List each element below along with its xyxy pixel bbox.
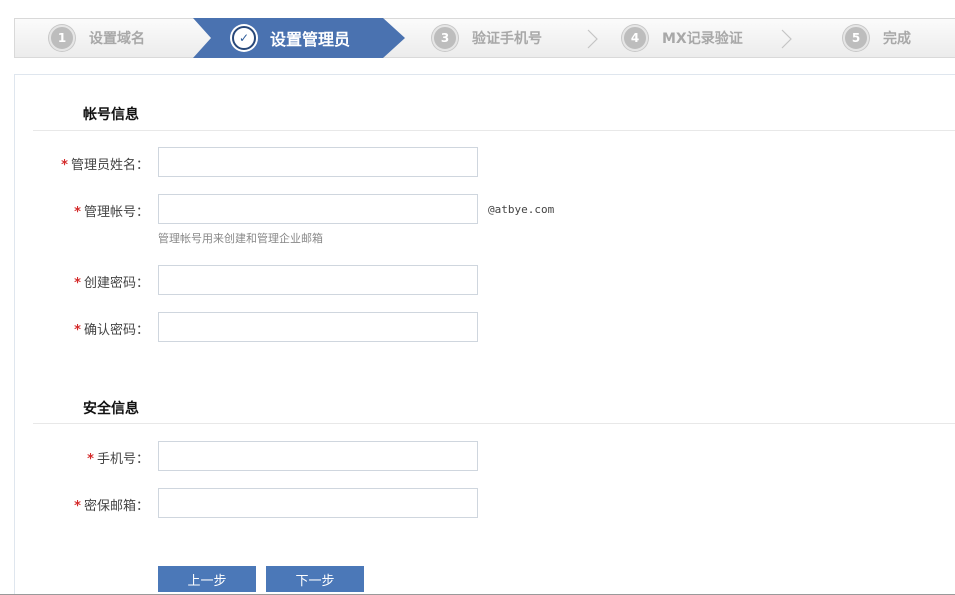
step-number-badge: 3 [432, 25, 458, 51]
step-label: 完成 [883, 31, 911, 47]
security-section-title: 安全信息 [83, 401, 139, 417]
step-verify-phone[interactable]: 3 验证手机号 [432, 19, 542, 57]
confirm-password-input[interactable] [158, 312, 478, 342]
step-set-admin[interactable]: ✓ 设置管理员 [232, 19, 350, 57]
account-section-title: 帐号信息 [83, 107, 139, 123]
password-input[interactable] [158, 265, 478, 295]
admin-account-label: * 管理帐号： [74, 205, 149, 220]
required-marker: * [74, 276, 81, 291]
check-icon: ✓ [232, 26, 256, 50]
chevron-right-icon [781, 29, 793, 49]
security-email-input[interactable] [158, 488, 478, 518]
admin-name-label: * 管理员姓名： [61, 158, 149, 173]
confirm-password-label: * 确认密码： [74, 323, 149, 338]
step-number-badge: 1 [49, 25, 75, 51]
step-number-badge: 5 [843, 25, 869, 51]
step-set-domain[interactable]: 1 设置域名 [49, 19, 145, 57]
step-label: MX记录验证 [662, 31, 743, 47]
admin-account-input[interactable] [158, 194, 478, 224]
email-domain-suffix: @atbye.com [488, 203, 555, 216]
admin-account-hint: 管理帐号用来创建和管理企业邮箱 [158, 232, 323, 245]
required-marker: * [61, 158, 68, 173]
step-label: 设置域名 [89, 31, 145, 47]
admin-setup-form: 帐号信息 * 管理员姓名： * 管理帐号： @atbye.com 管理帐号用来创建和… [14, 74, 955, 595]
step-label: 设置管理员 [270, 30, 351, 49]
admin-name-input[interactable] [158, 147, 478, 177]
section-divider [33, 130, 955, 131]
chevron-right-icon [587, 29, 599, 49]
password-label: * 创建密码： [74, 276, 149, 291]
phone-label: * 手机号： [87, 452, 149, 467]
section-divider [33, 423, 955, 424]
prev-step-button[interactable]: 上一步 [158, 566, 256, 592]
step-mx-verify[interactable]: 4 MX记录验证 [622, 19, 743, 57]
security-email-label: * 密保邮箱： [74, 499, 149, 514]
required-marker: * [74, 205, 81, 220]
required-marker: * [74, 323, 81, 338]
required-marker: * [87, 452, 94, 467]
wizard-steps: 1 设置域名 ✓ 设置管理员 3 验证手机号 4 MX记录验证 5 完成 [14, 18, 955, 58]
required-marker: * [74, 499, 81, 514]
step-finish[interactable]: 5 完成 [843, 19, 911, 57]
phone-input[interactable] [158, 441, 478, 471]
step-label: 验证手机号 [472, 31, 542, 47]
step-number-badge: 4 [622, 25, 648, 51]
next-step-button[interactable]: 下一步 [266, 566, 364, 592]
